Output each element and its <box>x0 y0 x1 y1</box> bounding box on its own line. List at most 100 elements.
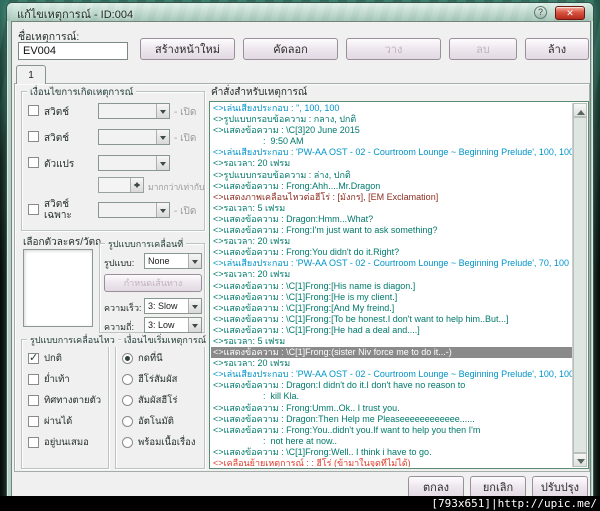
animation-option[interactable]: ปกติ <box>22 348 108 369</box>
command-line[interactable]: <>เล่นเสียงประกอบ : 'PW-AA OST - 02 - Co… <box>211 258 572 269</box>
command-line[interactable]: <>เล่นเสียงประกอบ : 'PW-AA OST - 02 - Co… <box>211 147 572 158</box>
command-line[interactable]: <>แสดงข้อความ : \C[1]Frong:(sister Niv f… <box>211 347 572 359</box>
cancel-button[interactable]: ยกเลิก <box>470 476 526 498</box>
command-line[interactable]: <>รูปแบบกรอบข้อความ : กลาง, ปกติ <box>211 114 572 125</box>
option-label: ย่ำเท้า <box>44 374 70 385</box>
scroll-down-icon[interactable] <box>573 453 587 467</box>
switch1-checkbox[interactable] <box>28 105 39 116</box>
event-name-input[interactable] <box>18 42 128 60</box>
variable-value-spinner[interactable] <box>98 177 144 193</box>
command-line[interactable]: <>แสดงภาพเคลื่อนไหวต่อฮีโร่ : [มังกร], [… <box>211 192 572 203</box>
movement-speed-value: 3: Slow <box>148 301 178 311</box>
event-editor-window: แก้ไขเหตุการณ์ - ID:004 ? ✕ ชื่อเหตุการณ… <box>6 2 594 509</box>
close-button[interactable]: ✕ <box>555 6 585 20</box>
switch2-label: สวิตช์ <box>44 133 69 144</box>
command-line[interactable]: <>รูปแบบกรอบข้อความ : ล่าง, ปกติ <box>211 170 572 181</box>
trigger-option[interactable]: อัตโนมัติ <box>116 411 204 432</box>
variable-checkbox[interactable] <box>28 157 39 168</box>
command-line[interactable]: <>แสดงข้อความ : Dragon:Then Help me Plea… <box>211 414 572 425</box>
command-line[interactable]: <>รอเวลา: 5 เฟรม <box>211 336 572 347</box>
command-line[interactable]: <>รอเวลา: 20 เฟรม <box>211 269 572 280</box>
trigger-option[interactable]: กดที่นี <box>116 348 204 369</box>
commands-title: คำสั่งสำหรับเหตุการณ์ <box>211 87 308 98</box>
command-list-scrollbar[interactable] <box>572 103 587 467</box>
chevron-down-icon <box>156 130 169 144</box>
movement-freq-combo[interactable]: 3: Low <box>144 317 202 333</box>
spinner-arrows-icon[interactable] <box>130 178 143 192</box>
command-line[interactable]: <>แสดงข้อความ : Frong:I'm just want to a… <box>211 225 572 236</box>
page-tab-1[interactable]: 1 <box>16 65 46 84</box>
command-line[interactable]: <>แสดงข้อความ : \C[1]Frong:[His name is … <box>211 281 572 292</box>
command-line[interactable]: <>แสดงข้อความ : Dragon:I didn't do it.I … <box>211 380 572 391</box>
command-line[interactable]: <>รอเวลา: 20 เฟรม <box>211 358 572 369</box>
trigger-option[interactable]: สัมผัสฮีโร่ <box>116 390 204 411</box>
command-line[interactable]: <>แสดงข้อความ : Dragon:Hmm...What? <box>211 214 572 225</box>
command-line[interactable]: <>แสดงข้อความ : \C[1]Frong:[He had a dea… <box>211 325 572 336</box>
command-line[interactable]: <>แสดงข้อความ : Frong:You..didn't you.If… <box>211 425 572 436</box>
command-line[interactable]: <>เคลื่อนย้ายเหตุการณ์ : : ฮีโร่ (ข้ามาใ… <box>211 458 572 467</box>
help-button[interactable]: ? <box>534 6 547 19</box>
command-line[interactable]: <>แสดงข้อความ : \C[3]20 June 2015 <box>211 125 572 136</box>
switch2-combo[interactable] <box>98 129 170 145</box>
trigger-option[interactable]: ฮีโร่สัมผัส <box>116 369 204 390</box>
switch1-combo[interactable] <box>98 103 170 119</box>
self-switch-state: - เปิด <box>174 206 197 217</box>
command-line[interactable]: : 9:50 AM <box>211 136 572 147</box>
command-line[interactable]: <>แสดงข้อความ : Frong:You didn't do it.R… <box>211 247 572 258</box>
option-label: อยู่บนเสมอ <box>44 437 89 448</box>
clear-button[interactable]: ล้าง <box>525 38 589 60</box>
command-line[interactable]: <>แสดงข้อความ : \C[1]Frong:[To be honest… <box>211 314 572 325</box>
checkbox-icon[interactable] <box>28 374 39 385</box>
copy-button[interactable]: คัดลอก <box>243 38 338 60</box>
trigger-option[interactable]: พร้อมเนื้อเรื่อง <box>116 432 204 453</box>
command-line[interactable]: : kill Kla. <box>211 391 572 402</box>
movement-speed-combo[interactable]: 3: Slow <box>144 298 202 314</box>
radio-icon[interactable] <box>122 374 133 385</box>
animation-options: ปกติย่ำเท้าทิศทางตายตัวผ่านได้อยู่บนเสมอ <box>22 348 108 453</box>
checkbox-icon[interactable] <box>28 416 39 427</box>
ok-button[interactable]: ตกลง <box>408 476 464 498</box>
option-label: สัมผัสฮีโร่ <box>138 395 178 406</box>
scroll-up-icon[interactable] <box>573 103 587 117</box>
character-graphic-box[interactable] <box>23 249 93 327</box>
movement-type-combo[interactable]: None <box>144 253 202 269</box>
radio-icon[interactable] <box>122 416 133 427</box>
variable-combo[interactable] <box>98 155 170 171</box>
command-line[interactable]: <>รอเวลา: 20 เฟรม <box>211 236 572 247</box>
command-list-lines: <>เล่นเสียงประกอบ : '', 100, 100 <>รูปแบบ… <box>211 103 572 467</box>
switch2-checkbox[interactable] <box>28 131 39 142</box>
animation-option[interactable]: ผ่านได้ <box>22 411 108 432</box>
checkbox-icon[interactable] <box>28 395 39 406</box>
movement-type-value: None <box>148 256 170 266</box>
checkbox-icon[interactable] <box>28 351 39 364</box>
scrollbar-thumb[interactable] <box>573 117 587 453</box>
switch1-label: สวิตช์ <box>44 107 69 118</box>
animation-option[interactable]: ทิศทางตายตัว <box>22 390 108 411</box>
command-line[interactable]: <>แสดงข้อความ : Frong:Ahh....Mr.Dragon <box>211 181 572 192</box>
command-line[interactable]: <>แสดงข้อความ : Frong:Umm..Ok.. I trust … <box>211 403 572 414</box>
command-line[interactable]: <>แสดงข้อความ : \C[1]Frong:Well.. I thin… <box>211 447 572 458</box>
radio-icon[interactable] <box>122 437 133 448</box>
apply-button[interactable]: ปรับปรุง <box>532 476 588 498</box>
command-line[interactable]: <>เล่นเสียงประกอบ : '', 100, 100 <box>211 103 572 114</box>
command-line[interactable]: : not here at now.. <box>211 436 572 447</box>
self-switch-combo[interactable] <box>98 202 170 218</box>
window-titlebar[interactable]: แก้ไขเหตุการณ์ - ID:004 ? ✕ <box>7 3 593 21</box>
radio-icon[interactable] <box>122 395 133 406</box>
animation-option[interactable]: อยู่บนเสมอ <box>22 432 108 453</box>
watermark-text: [793x651]|http://upic.me/ <box>431 497 597 510</box>
command-line[interactable]: <>แสดงข้อความ : \C[1]Frong:[He is my cli… <box>211 292 572 303</box>
command-line[interactable]: <>แสดงข้อความ : \C[1]Frong:[And My frein… <box>211 303 572 314</box>
checkbox-icon[interactable] <box>28 437 39 448</box>
self-switch-checkbox[interactable] <box>28 204 39 215</box>
command-list[interactable]: <>เล่นเสียงประกอบ : '', 100, 100 <>รูปแบบ… <box>209 101 589 469</box>
command-line[interactable]: <>รอเวลา: 5 เฟรม <box>211 203 572 214</box>
command-line[interactable]: <>รอเวลา: 20 เฟรม <box>211 158 572 169</box>
option-label: อัตโนมัติ <box>138 416 174 427</box>
animation-option[interactable]: ย่ำเท้า <box>22 369 108 390</box>
radio-icon[interactable] <box>122 353 133 364</box>
command-line[interactable]: <>เล่นเสียงประกอบ : 'PW-AA OST - 02 - Co… <box>211 369 572 380</box>
new-page-button[interactable]: สร้างหน้าใหม่ <box>140 38 235 60</box>
chevron-down-icon <box>156 104 169 118</box>
self-switch-label: สวิตช์เฉพาะ <box>44 199 72 221</box>
